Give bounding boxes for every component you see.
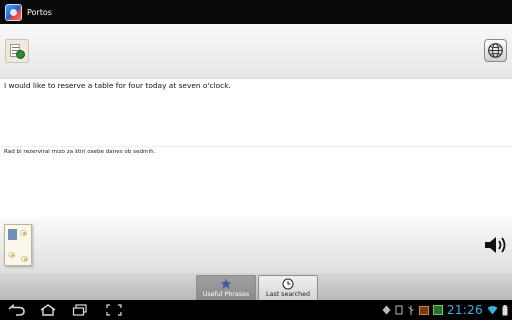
globe-icon[interactable] xyxy=(484,39,507,62)
egg-decoration-icon xyxy=(21,256,28,262)
app-window: Portos I would like to reserve a table f… xyxy=(0,0,512,320)
toolbar xyxy=(0,24,512,78)
translation-panel[interactable]: Rad bi rezerviral mizo za štiri osebe da… xyxy=(0,146,512,218)
tab-last-searched[interactable]: Last searched xyxy=(258,275,318,300)
bottom-panel xyxy=(0,218,512,273)
language-menu-icon[interactable] xyxy=(5,39,29,63)
flag-dot-icon xyxy=(16,50,25,59)
source-text: I would like to reserve a table for four… xyxy=(4,81,231,90)
tab-label: Useful Phrases xyxy=(202,291,250,298)
star-icon xyxy=(220,278,232,289)
notification-icon xyxy=(382,305,391,315)
globe-glyph-icon xyxy=(488,43,503,58)
app-title: Portos xyxy=(27,7,52,17)
source-text-panel[interactable]: I would like to reserve a table for four… xyxy=(0,78,512,146)
clock-icon xyxy=(282,278,294,290)
action-bar: Portos xyxy=(0,0,512,24)
tab-useful-phrases[interactable]: Useful Phrases xyxy=(196,275,256,300)
speaker-glyph-icon xyxy=(485,237,506,253)
egg-decoration-icon xyxy=(20,230,27,236)
speaker-icon[interactable] xyxy=(483,234,509,256)
status-area[interactable]: 21:26 xyxy=(382,303,508,317)
system-navigation-bar: 21:26 xyxy=(0,300,512,320)
tab-label: Last searched xyxy=(266,291,310,298)
menu-picture-icon xyxy=(8,229,17,240)
restaurant-menu-icon[interactable] xyxy=(4,224,32,266)
usb-icon xyxy=(408,305,414,315)
notification-icon xyxy=(432,305,443,315)
recent-apps-icon[interactable] xyxy=(72,304,88,316)
egg-decoration-icon xyxy=(8,252,15,258)
system-clock: 21:26 xyxy=(446,303,483,317)
home-icon[interactable] xyxy=(39,304,57,316)
back-icon[interactable] xyxy=(8,304,26,316)
notification-icon xyxy=(395,305,403,315)
app-icon[interactable] xyxy=(5,3,22,21)
screenshot-icon[interactable] xyxy=(106,304,122,316)
notification-icon xyxy=(418,305,429,315)
tab-bar: Useful Phrases Last searched xyxy=(0,273,512,300)
battery-icon xyxy=(502,304,508,315)
wifi-icon xyxy=(487,306,498,315)
translation-text: Rad bi rezerviral mizo za štiri osebe da… xyxy=(4,149,156,155)
